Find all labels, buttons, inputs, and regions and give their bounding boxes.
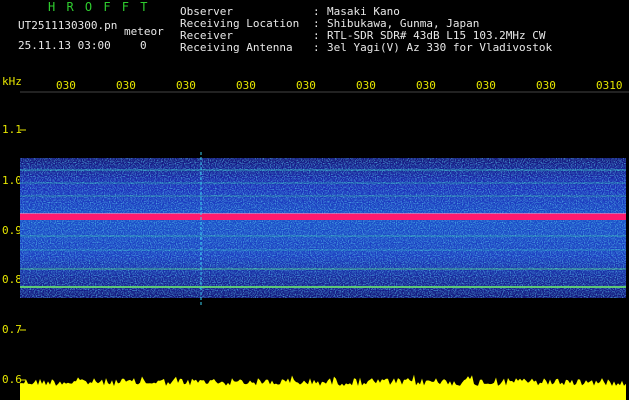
amplitude-strip	[20, 374, 626, 400]
main-signal-line	[20, 214, 626, 220]
hrofft-spectrogram-screen: H R O F F T UT2511130300.pn meteor 25.11…	[0, 0, 629, 400]
spectrogram-plot	[20, 91, 629, 400]
noise-speckle	[20, 158, 626, 298]
main-signal-edge	[20, 213, 626, 214]
